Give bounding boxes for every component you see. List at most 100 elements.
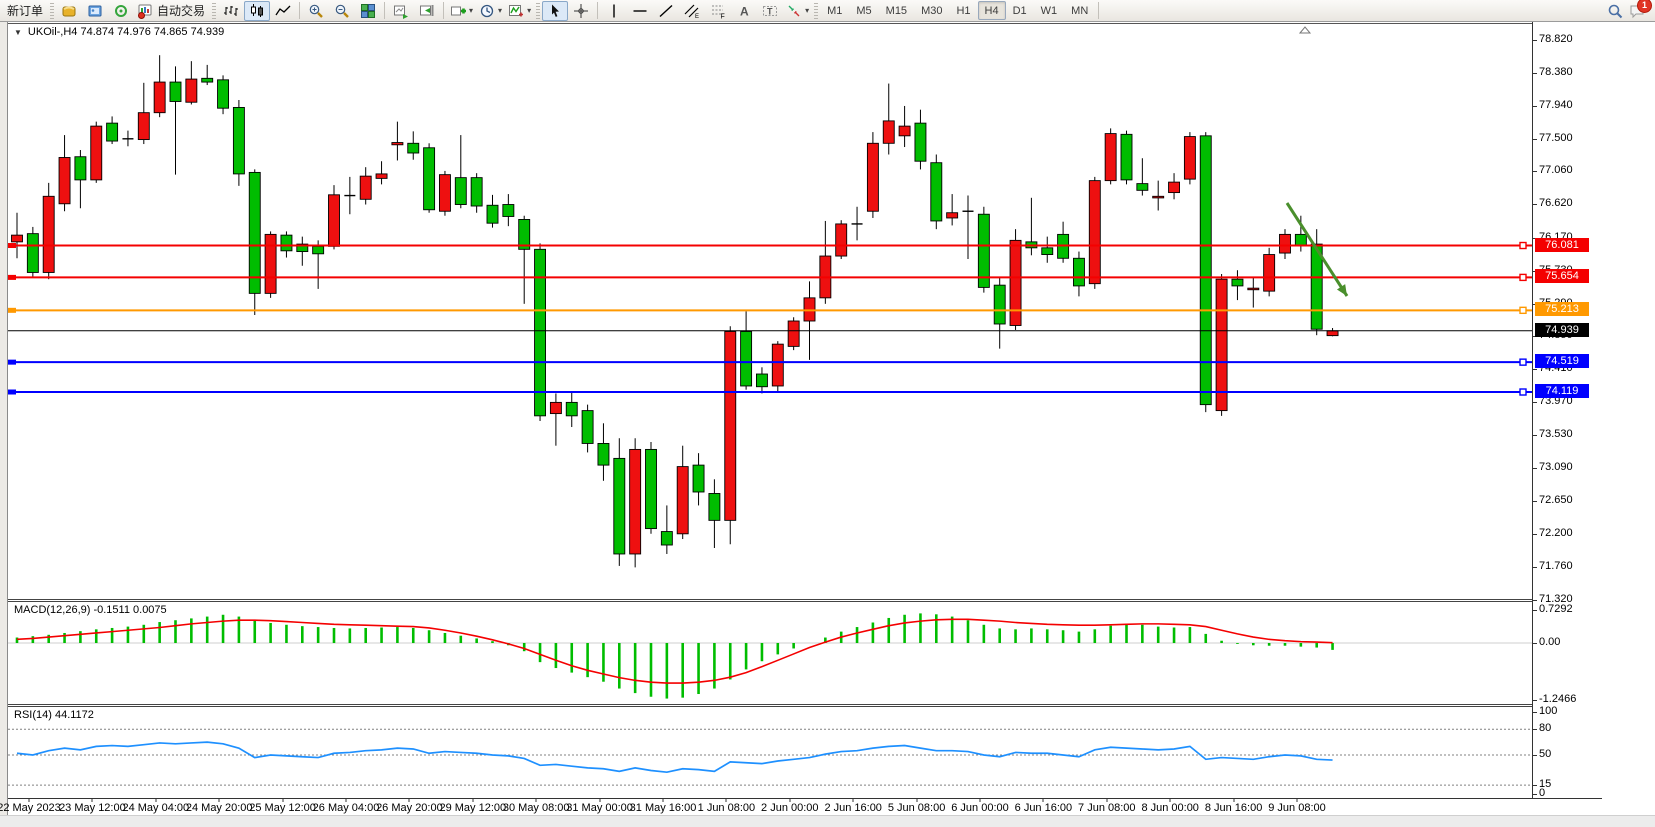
zoom-in-icon[interactable] (303, 1, 329, 21)
search-icon (1607, 3, 1623, 19)
price-level-line[interactable] (8, 389, 1532, 395)
time-tick-label: 26 May 20:00 (376, 802, 443, 814)
toolbar-right-group: 1 (1607, 3, 1653, 19)
period-icon[interactable]: ▾ (476, 1, 505, 21)
price-level-line[interactable] (8, 274, 1532, 280)
arrows-icon (786, 3, 802, 19)
auto-trading-button-label: 自动交易 (155, 2, 207, 19)
price-tick (1533, 369, 1537, 370)
tile-windows-icon[interactable] (355, 1, 381, 21)
time-tick-label: 22 May 2023 (0, 802, 61, 814)
timeframe-button-m5[interactable]: M5 (849, 1, 878, 20)
channel-icon[interactable]: E (679, 1, 705, 21)
horizontal-line-icon[interactable] (627, 1, 653, 21)
cursor-icon (547, 3, 563, 19)
time-tick-label: 6 Jun 16:00 (1015, 802, 1073, 814)
profile-community-icon[interactable] (82, 1, 108, 21)
label-icon[interactable]: T (757, 1, 783, 21)
rsi-tick (1533, 785, 1537, 786)
vertical-line-icon (606, 3, 622, 19)
price-level-line[interactable] (8, 307, 1532, 313)
market-icon[interactable] (56, 1, 82, 21)
vertical-line-icon[interactable] (601, 1, 627, 21)
timeframe-button-m1[interactable]: M1 (820, 1, 849, 20)
price-level-tag: 74.519 (1535, 354, 1589, 368)
rsi-tick-label: 100 (1539, 705, 1557, 717)
macd-histogram (17, 613, 1333, 698)
price-tick (1533, 402, 1537, 403)
timeframe-button-w1[interactable]: W1 (1034, 1, 1065, 20)
line-chart-icon (275, 3, 291, 19)
price-tick-label: 76.620 (1539, 197, 1573, 209)
window-right-edge (1602, 22, 1655, 815)
current-price-tag: 74.939 (1535, 323, 1589, 337)
arrows-icon[interactable]: ▾ (783, 1, 812, 21)
chevron-down-icon: ▾ (498, 6, 502, 15)
macd-indicator-pane[interactable]: MACD(12,26,9) -0.1511 0.0075 (8, 602, 1532, 704)
trendline-icon[interactable] (653, 1, 679, 21)
signals-icon[interactable] (108, 1, 134, 21)
rsi-tick (1533, 729, 1537, 730)
macd-label: MACD(12,26,9) -0.1511 0.0075 (12, 604, 169, 616)
timeframe-button-m30[interactable]: M30 (914, 1, 949, 20)
price-tick-label: 77.060 (1539, 164, 1573, 176)
fibonacci-icon[interactable]: F (705, 1, 731, 21)
new-order-button[interactable]: 新订单 (2, 1, 48, 21)
timeframe-button-d1[interactable]: D1 (1006, 1, 1034, 20)
macd-tick-label: 0.7292 (1539, 603, 1573, 615)
channel-icon: E (684, 3, 700, 19)
symbol-collapse-icon[interactable]: ▼ (14, 28, 22, 37)
price-tick (1533, 73, 1537, 74)
price-chart-pane[interactable] (8, 23, 1532, 600)
timeframe-button-h4[interactable]: H4 (978, 1, 1006, 20)
timeframe-button-m15[interactable]: M15 (879, 1, 914, 20)
signals-icon (113, 3, 129, 19)
time-tick-label: 8 Jun 16:00 (1205, 802, 1263, 814)
rsi-tick-label: 50 (1539, 748, 1551, 760)
time-tick-label: 23 May 12:00 (59, 802, 126, 814)
price-chart-canvas (8, 24, 1532, 600)
main-toolbar: 新订单自动交易▾▾▾EFAT▾M1M5M15M30H1H4D1W1MN1 (0, 0, 1655, 22)
timeframe-button-h1[interactable]: H1 (949, 1, 977, 20)
price-tick (1533, 435, 1537, 436)
rsi-tick (1533, 712, 1537, 713)
candlestick-chart-icon (249, 3, 265, 19)
time-axis[interactable]: 22 May 202323 May 12:0024 May 04:0024 Ma… (8, 798, 1602, 816)
toolbar-separator (443, 2, 444, 19)
price-tick (1533, 106, 1537, 107)
toolbar-grip (536, 3, 540, 19)
search-button[interactable] (1607, 3, 1623, 19)
rsi-indicator-pane[interactable]: RSI(14) 44.1172 (8, 707, 1532, 798)
auto-scroll-icon[interactable] (388, 1, 414, 21)
crosshair-icon[interactable] (568, 1, 594, 21)
notifications-button[interactable]: 1 (1629, 3, 1645, 19)
auto-trading-button[interactable]: 自动交易 (134, 1, 210, 21)
chart-shift-icon[interactable] (414, 1, 440, 21)
price-tick-label: 77.500 (1539, 132, 1573, 144)
zoom-out-icon[interactable] (329, 1, 355, 21)
indicators-icon[interactable]: ▾ (505, 1, 534, 21)
macd-tick (1533, 643, 1537, 644)
price-axis[interactable]: 78.82078.38077.94077.50077.06076.62076.1… (1532, 22, 1602, 798)
candlestick-chart-icon[interactable] (244, 1, 270, 21)
cursor-icon[interactable] (542, 1, 568, 21)
macd-canvas (8, 602, 1532, 704)
price-tick (1533, 468, 1537, 469)
chart-shift-icon (419, 3, 435, 19)
label-icon: T (762, 3, 778, 19)
rsi-line (17, 742, 1333, 772)
new-chart-icon[interactable]: ▾ (447, 1, 476, 21)
bar-chart-icon (223, 3, 239, 19)
chart-shift-marker[interactable] (1300, 27, 1310, 33)
timeframe-button-mn[interactable]: MN (1064, 1, 1095, 20)
text-icon[interactable]: A (731, 1, 757, 21)
bar-chart-icon[interactable] (218, 1, 244, 21)
crosshair-icon (573, 3, 589, 19)
price-level-line[interactable] (8, 359, 1532, 365)
price-tick (1533, 139, 1537, 140)
svg-text:T: T (767, 6, 773, 16)
time-tick-label: 8 Jun 00:00 (1141, 802, 1199, 814)
line-chart-icon[interactable] (270, 1, 296, 21)
rsi-tick-label: 0 (1539, 787, 1545, 799)
profile-community-icon (87, 3, 103, 19)
